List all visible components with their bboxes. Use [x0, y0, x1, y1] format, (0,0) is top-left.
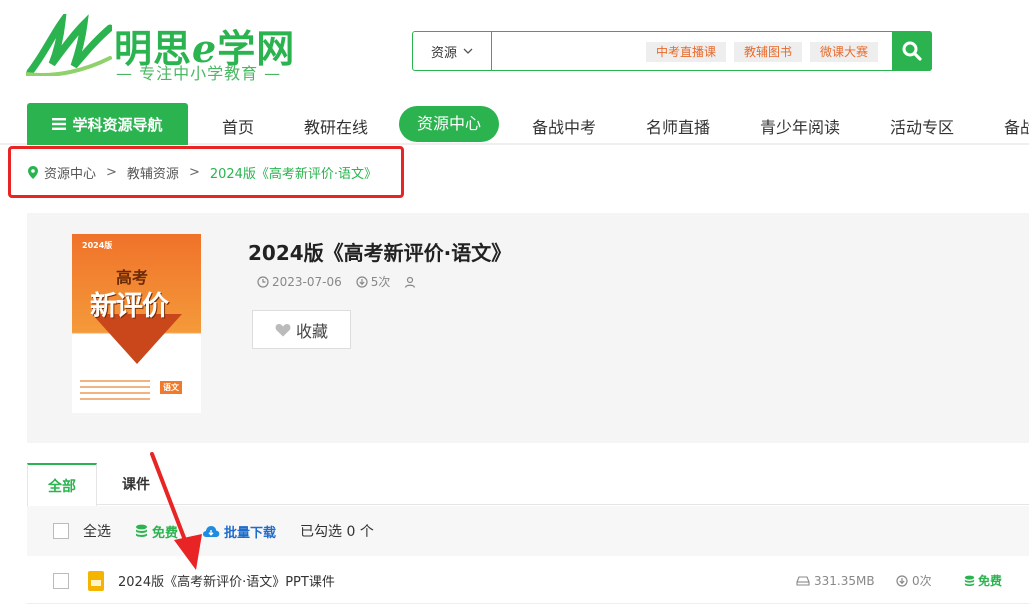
clock-icon	[257, 275, 269, 288]
file-price-badge[interactable]: 免费	[964, 572, 1002, 589]
nav-item-research[interactable]: 教研在线	[304, 114, 368, 138]
favorite-label: 收藏	[295, 321, 328, 341]
heart-icon	[275, 323, 291, 336]
search-button[interactable]	[892, 31, 932, 71]
select-all-label[interactable]: 全选	[83, 521, 111, 541]
menu-icon	[52, 118, 67, 130]
file-checkbox[interactable]	[53, 572, 69, 589]
breadcrumb: 资源中心 > 教辅资源 > 2024版《高考新评价·语文》	[28, 163, 377, 182]
search-category-label: 资源	[430, 45, 457, 61]
site-logo[interactable]: 明思e学网 — 专注中小学教育 —	[26, 14, 316, 83]
main-nav: 学科资源导航 首页 教研在线 资源中心 备战中考 名师直播 青少年阅读 活动专区…	[0, 103, 1029, 145]
file-size-text: 331.35MB	[814, 573, 875, 588]
resource-meta: 2023-07-06 5次	[257, 273, 416, 290]
file-downloads-text: 0次	[912, 574, 932, 588]
resource-date: 2023-07-06	[257, 275, 342, 289]
nav-item-reading[interactable]: 青少年阅读	[760, 114, 840, 138]
file-price-text: 免费	[978, 574, 1003, 588]
cover-text-lines	[80, 380, 150, 404]
tab-courseware[interactable]: 课件	[107, 463, 165, 505]
search-tag[interactable]: 教辅图书	[734, 42, 803, 62]
ppt-file-icon	[88, 570, 104, 591]
location-pin-icon	[28, 166, 38, 179]
file-size: 331.35MB	[796, 574, 875, 588]
resource-downloads-text: 5次	[370, 275, 391, 289]
search-tag[interactable]: 中考直播课	[646, 42, 727, 62]
select-all-checkbox[interactable]	[53, 523, 69, 539]
resource-author	[404, 276, 416, 288]
coins-icon	[136, 524, 147, 537]
breadcrumb-separator: >	[106, 165, 117, 180]
cover-year: 2024版	[82, 241, 113, 250]
resource-date-text: 2023-07-06	[272, 274, 342, 289]
nav-item-activities[interactable]: 活动专区	[890, 114, 954, 138]
nav-item-exam[interactable]: 备战中考	[532, 114, 596, 138]
nav-item-more[interactable]: 备战	[1004, 114, 1029, 138]
tab-all[interactable]: 全部	[27, 463, 97, 506]
breadcrumb-item[interactable]: 教辅资源	[127, 163, 179, 182]
free-download-button[interactable]: 免费	[135, 522, 178, 541]
search-hot-tags: 中考直播课 教辅图书 微课大赛	[646, 42, 879, 62]
logo-mark-icon	[26, 14, 112, 76]
search-icon	[902, 41, 922, 61]
download-circle-icon	[356, 275, 368, 288]
file-name-link[interactable]: 2024版《高考新评价·语文》PPT课件	[118, 571, 335, 590]
resource-title: 2024版《高考新评价·语文》	[248, 241, 512, 265]
file-downloads: 0次	[896, 572, 932, 589]
file-toolbar: 全选 免费 批量下载 已勾选 0 个	[27, 506, 1029, 556]
breadcrumb-current: 2024版《高考新评价·语文》	[209, 167, 378, 182]
breadcrumb-highlight: 资源中心 > 教辅资源 > 2024版《高考新评价·语文》	[8, 146, 404, 198]
logo-subtitle: — 专注中小学教育 —	[116, 64, 282, 83]
nav-item-resources[interactable]: 资源中心	[399, 106, 500, 142]
favorite-button[interactable]: 收藏	[252, 310, 351, 349]
breadcrumb-separator: >	[188, 165, 200, 180]
search-category-select[interactable]: 资源	[413, 32, 492, 70]
cover-subject: 语文	[160, 381, 182, 394]
search-tag[interactable]: 微课大赛	[810, 42, 879, 62]
nav-item-home[interactable]: 首页	[222, 114, 254, 138]
file-row: 2024版《高考新评价·语文》PPT课件 331.35MB 0次 免费	[27, 558, 1029, 604]
subject-nav-button[interactable]: 学科资源导航	[27, 103, 188, 145]
hard-drive-icon	[796, 575, 810, 586]
cover-title-line2: 新评价	[90, 291, 169, 322]
resource-info-panel: 2024版 高考 新评价 语文 2024版《高考新评价·语文》 2023-07-…	[27, 213, 1029, 443]
file-tabs: 全部 课件	[27, 463, 1029, 506]
subject-nav-label: 学科资源导航	[72, 115, 163, 134]
download-circle-icon	[896, 574, 908, 587]
selected-count: 已勾选 0 个	[300, 524, 374, 540]
coins-icon	[964, 575, 975, 586]
resource-downloads: 5次	[356, 273, 391, 290]
chevron-down-icon	[463, 48, 473, 54]
nav-item-live[interactable]: 名师直播	[646, 114, 710, 138]
free-download-label: 免费	[152, 525, 179, 541]
batch-download-label: 批量下载	[224, 525, 277, 541]
book-cover-image: 2024版 高考 新评价 语文	[72, 234, 201, 413]
user-icon	[405, 276, 416, 288]
cloud-download-icon	[203, 525, 220, 537]
search-bar: 资源 中考直播课 教辅图书 微课大赛	[412, 31, 932, 71]
breadcrumb-item[interactable]: 资源中心	[44, 163, 96, 182]
batch-download-button[interactable]: 批量下载	[202, 522, 276, 541]
